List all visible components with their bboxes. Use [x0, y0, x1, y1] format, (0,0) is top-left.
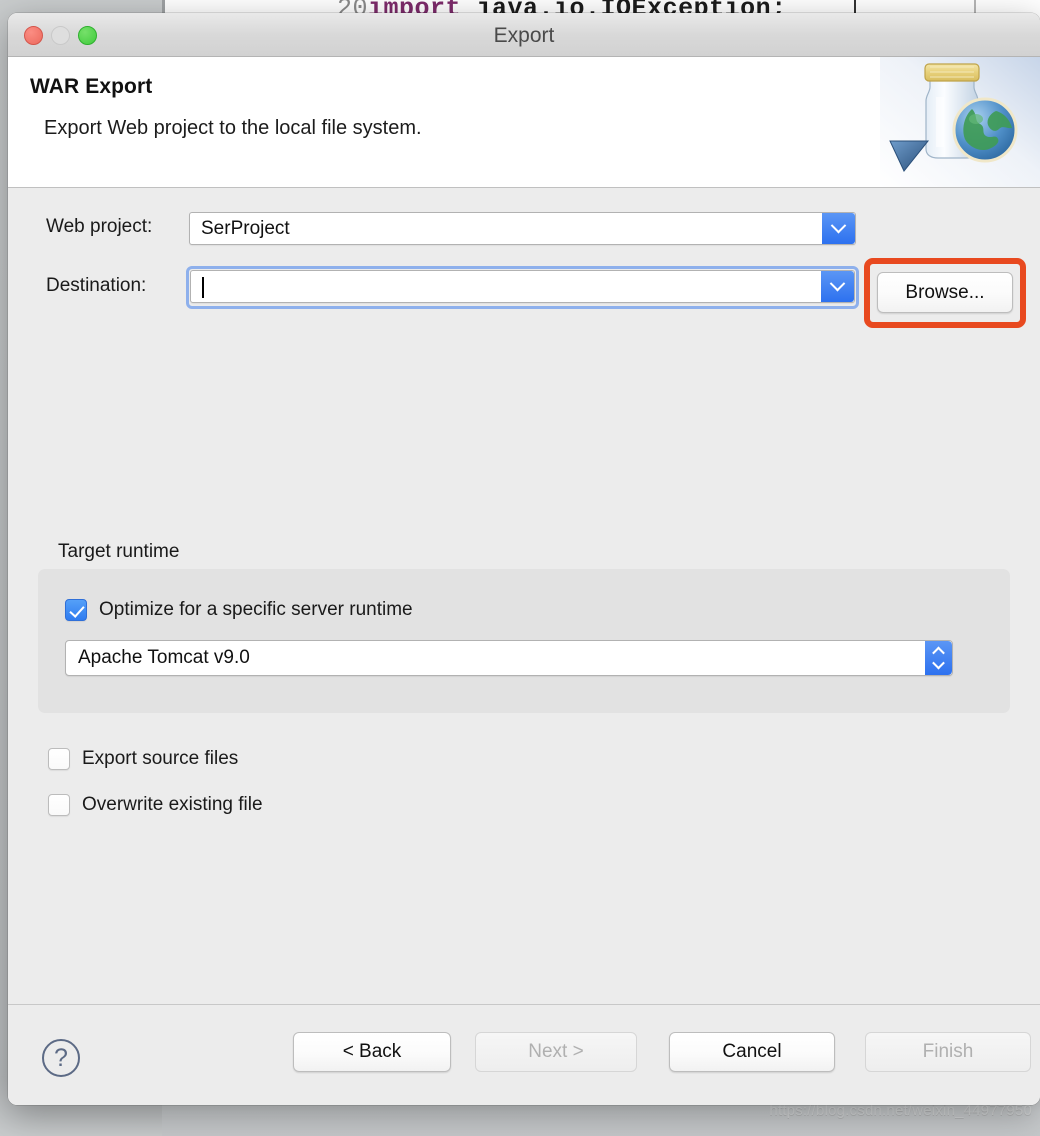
web-project-combo[interactable]: SerProject — [189, 212, 856, 245]
runtime-select[interactable]: Apache Tomcat v9.0 — [65, 640, 953, 676]
dialog-titlebar[interactable]: Export — [8, 13, 1040, 57]
next-button: Next > — [475, 1032, 637, 1072]
chevron-down-icon[interactable] — [822, 213, 855, 244]
dialog-content: Web project: SerProject Destination: Bro… — [8, 188, 1040, 1004]
overwrite-existing-file-checkbox[interactable] — [48, 794, 70, 816]
web-project-label: Web project: — [46, 216, 153, 237]
export-source-files-row[interactable]: Export source files — [48, 748, 238, 770]
browse-button[interactable]: Browse... — [877, 272, 1013, 313]
web-project-row: Web project: — [46, 216, 152, 238]
target-runtime-group-label: Target runtime — [58, 541, 180, 562]
back-button[interactable]: < Back — [293, 1032, 451, 1072]
destination-label: Destination: — [46, 275, 147, 296]
next-button-label: Next > — [528, 1041, 584, 1062]
dialog-footer: ? < Back Next > Cancel Finish — [8, 1004, 1040, 1105]
export-dialog: Export WAR Export Export Web project to … — [8, 13, 1040, 1105]
cancel-button[interactable]: Cancel — [669, 1032, 835, 1072]
export-source-files-label: Export source files — [82, 748, 239, 769]
optimize-runtime-label: Optimize for a specific server runtime — [99, 599, 413, 620]
export-source-files-checkbox[interactable] — [48, 748, 70, 770]
dialog-banner: WAR Export Export Web project to the loc… — [8, 57, 1040, 188]
overwrite-existing-file-row[interactable]: Overwrite existing file — [48, 794, 263, 816]
chevron-down-icon[interactable] — [821, 271, 854, 302]
window-title: Export — [493, 24, 555, 47]
back-button-label: < Back — [342, 1041, 402, 1062]
cancel-button-label: Cancel — [722, 1041, 782, 1062]
web-project-value: SerProject — [201, 217, 290, 239]
optimize-runtime-checkbox-row[interactable]: Optimize for a specific server runtime — [65, 599, 413, 621]
question-mark-icon[interactable]: ? — [42, 1039, 80, 1077]
text-caret — [202, 277, 204, 298]
chevron-up-down-icon[interactable] — [925, 641, 952, 675]
browse-button-label: Browse... — [905, 281, 985, 303]
optimize-runtime-checkbox[interactable] — [65, 599, 87, 621]
destination-row: Destination: — [46, 275, 146, 297]
finish-button-label: Finish — [922, 1041, 974, 1062]
overwrite-existing-file-label: Overwrite existing file — [82, 794, 263, 815]
destination-combo[interactable] — [190, 270, 855, 303]
war-jar-globe-icon — [880, 57, 1040, 187]
finish-button: Finish — [865, 1032, 1031, 1072]
runtime-select-value: Apache Tomcat v9.0 — [78, 647, 250, 668]
